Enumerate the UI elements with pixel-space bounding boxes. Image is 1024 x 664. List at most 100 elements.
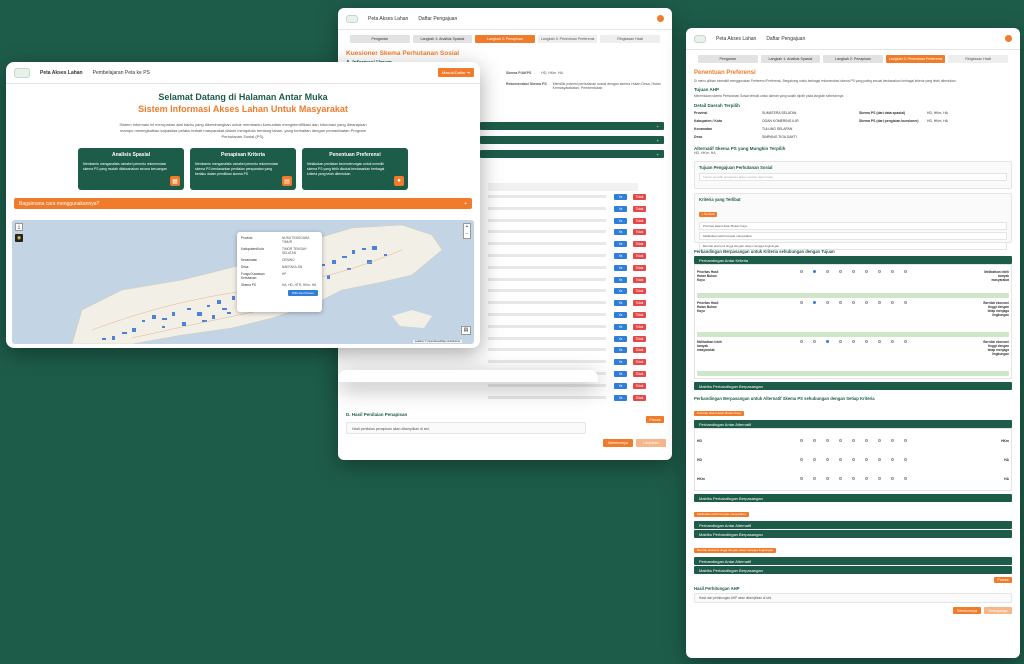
scale-radio[interactable] [799,301,803,304]
map-feature[interactable] [187,308,191,310]
scale-radio[interactable] [890,340,894,343]
no-button[interactable]: Tidak [633,300,646,307]
prev-button[interactable]: Sebelumnya [603,439,633,447]
antar-alt-header-3[interactable]: Perbandingan Antar Alternatif [694,557,1012,565]
matriks-header-1[interactable]: Matriks Perbandingan Berpasangan [694,382,1012,390]
scale-radio[interactable] [851,270,855,273]
scale-radio[interactable] [838,301,842,304]
yes-button[interactable]: Ya [614,241,627,248]
map-feature[interactable] [222,308,227,310]
map-feature[interactable] [372,246,377,250]
scale-radio[interactable] [825,340,829,343]
scale-radio[interactable] [903,340,907,343]
scale-radio[interactable] [851,340,855,343]
avatar[interactable] [657,15,664,22]
scale-radio[interactable] [812,477,816,480]
no-button[interactable]: Tidak [633,217,646,224]
kriteria-item[interactable]: Prioritas Hasil Hutan Bukan Kayu [699,222,1007,230]
process-button[interactable]: Proses [646,416,664,423]
card-penentuan-preferensi[interactable]: Penentuan Preferensi Melakukan penilaian… [302,148,408,190]
map-feature[interactable] [384,254,387,256]
map-feature[interactable] [152,315,156,319]
scale-radio[interactable] [877,477,881,480]
no-button[interactable]: Tidak [633,394,646,401]
nav-link[interactable]: Daftar Pengajuan [766,36,805,42]
scale-radio[interactable] [851,477,855,480]
prev-button[interactable]: Sebelumnya [953,607,981,614]
no-button[interactable]: Tidak [633,335,646,342]
yes-button[interactable]: Ya [614,300,627,307]
map-feature[interactable] [217,300,221,304]
scale-radio[interactable] [903,477,907,480]
scale-radio[interactable] [890,270,894,273]
perb2-tag[interactable]: Prioritas Hasil Hutan Bukan Kayu [694,410,745,416]
step-2[interactable]: Langkah 1: Analisis Spasial [760,55,821,63]
scale-radio[interactable] [890,458,894,461]
no-button[interactable]: Tidak [633,276,646,283]
step-3[interactable]: Langkah 2: Penapisan [475,35,535,43]
yes-button[interactable]: Ya [614,253,627,259]
yes-button[interactable]: Ya [614,323,627,330]
map-feature[interactable] [207,305,210,307]
accordion-3[interactable]: + [480,150,664,158]
yes-button[interactable]: Ya [614,205,627,212]
scale-radio[interactable] [903,458,907,461]
no-button[interactable]: Tidak [633,264,646,271]
antar-kriteria-header[interactable]: Perbandingan Antar Kriteria [694,256,1012,264]
nav-app[interactable]: Peta Akses Lahan [716,36,756,42]
map-feature[interactable] [232,296,235,300]
card-analisis-spasial[interactable]: Analisis Spasial Membantu menganalisis v… [78,148,184,190]
map-feature[interactable] [322,264,325,266]
scale-radio[interactable] [877,270,881,273]
next-button[interactable]: Lanjutkan [636,439,666,447]
map-feature[interactable] [172,312,175,316]
scale-radio[interactable] [864,458,868,461]
layers-icon[interactable]: ▤ [461,326,471,335]
scale-radio[interactable] [799,340,803,343]
nav-app[interactable]: Peta Akses Lahan [40,70,83,76]
scale-radio[interactable] [851,301,855,304]
map-feature[interactable] [122,332,127,334]
scale-radio[interactable] [838,270,842,273]
zoom-out-icon[interactable]: − [464,231,470,238]
no-button[interactable]: Tidak [633,253,646,259]
card-penapisan-kriteria[interactable]: Penapisan Kriteria Membantu menganalisis… [190,148,296,190]
zoom-control[interactable]: + − [463,223,471,239]
scale-radio[interactable] [812,458,816,461]
scale-radio[interactable] [825,301,829,304]
no-button[interactable]: Tidak [633,205,646,212]
scale-radio[interactable] [825,458,829,461]
map-feature[interactable] [332,260,336,264]
no-button[interactable]: Tidak [633,323,646,330]
scale-radio[interactable] [903,301,907,304]
map-feature[interactable] [102,338,106,340]
scale-radio[interactable] [812,301,816,304]
map-feature[interactable] [227,312,231,314]
accordion-1[interactable]: + [480,122,664,130]
yes-button[interactable]: Ya [614,229,627,236]
zoom-in-icon[interactable]: + [464,224,470,231]
scale-radio[interactable] [864,340,868,343]
yes-button[interactable]: Ya [614,194,627,200]
locate-icon[interactable]: ◉ [15,234,23,242]
scale-radio[interactable] [825,439,829,442]
scale-radio[interactable] [864,439,868,442]
yes-button[interactable]: Ya [614,394,627,401]
scale-radio[interactable] [851,439,855,442]
scale-radio[interactable] [799,270,803,273]
scale-radio[interactable] [851,458,855,461]
select-process-button[interactable]: Pilih dan Proses [288,290,318,296]
nav-link[interactable]: Pembelajaran Peta ke PS [93,70,150,76]
yes-button[interactable]: Ya [614,217,627,224]
scale-radio[interactable] [825,270,829,273]
tag-3[interactable]: Bernilai ekonomi tinggi dengan tetap men… [694,547,777,553]
scale-radio[interactable] [838,458,842,461]
map-feature[interactable] [162,318,167,320]
scale-radio[interactable] [812,439,816,442]
no-button[interactable]: Tidak [633,347,646,354]
no-button[interactable]: Tidak [633,194,646,200]
nav-app[interactable]: Peta Akses Lahan [368,16,408,22]
yes-button[interactable]: Ya [614,359,627,366]
download-icon[interactable]: ⤓ [15,223,23,231]
no-button[interactable]: Tidak [633,359,646,366]
